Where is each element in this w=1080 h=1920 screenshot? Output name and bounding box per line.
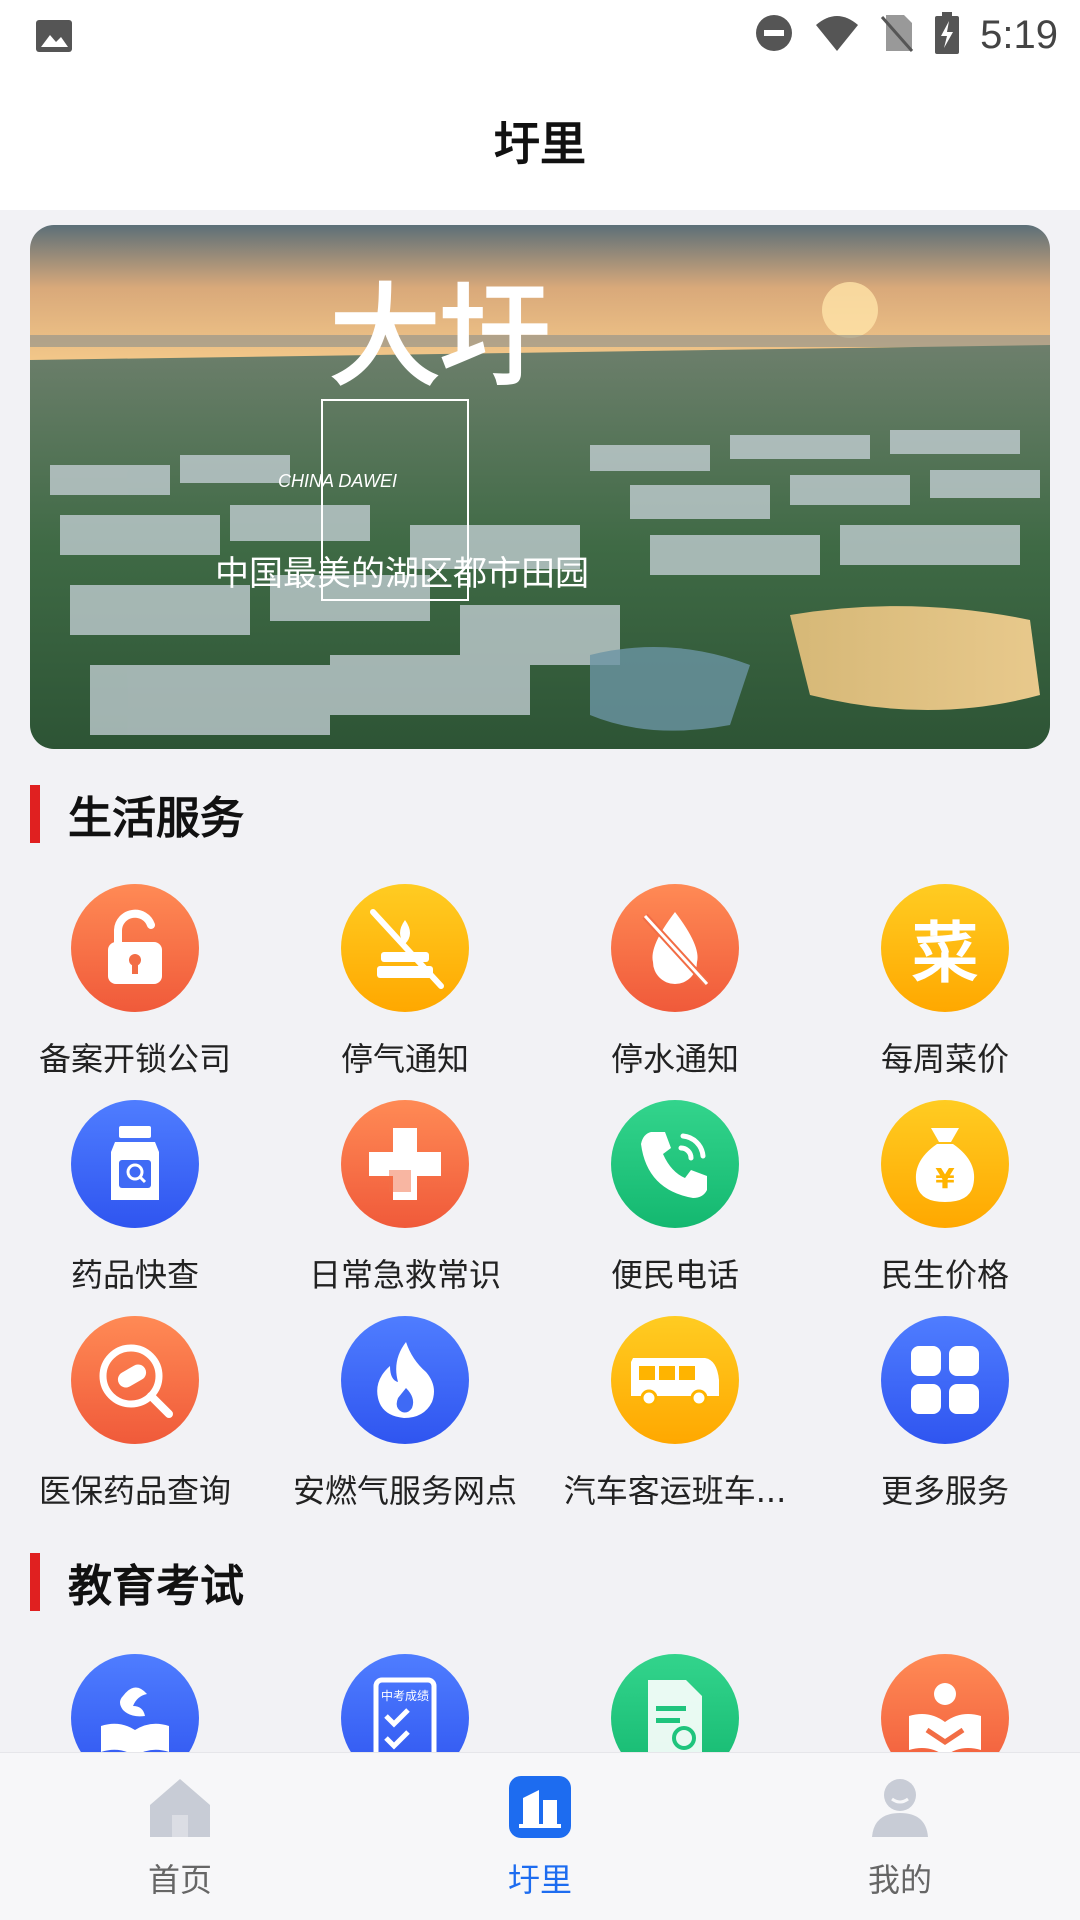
section-header-life-services: 生活服务 [30, 782, 244, 846]
service-label: 更多服务 [880, 1472, 1009, 1510]
flame-icon [341, 1316, 469, 1444]
service-item-insurance-medicine[interactable]: 医保药品查询 [0, 1316, 270, 1512]
page-title: 圩里 [494, 117, 586, 171]
service-label: 每周菜价 [880, 1040, 1009, 1078]
more-grid-icon [881, 1316, 1009, 1444]
service-item-hotline[interactable]: 便民电话 [540, 1100, 810, 1296]
service-label: 日常急救常识 [308, 1256, 501, 1294]
tab-label: 我的 [867, 1861, 932, 1899]
clock: 5:19 [980, 12, 1058, 57]
service-label: 汽车客运班车... [563, 1472, 787, 1510]
first-aid-icon [341, 1100, 469, 1228]
tab-home[interactable]: 首页 [80, 1775, 280, 1901]
section-accent-bar [30, 785, 40, 843]
section-accent-bar [30, 1553, 40, 1611]
service-label: 医保药品查询 [38, 1472, 231, 1510]
service-item-gas-service-outlets[interactable]: 安燃气服务网点 [270, 1316, 540, 1512]
service-item-gas-outage[interactable]: 停气通知 [270, 884, 540, 1080]
phone-icon [611, 1100, 739, 1228]
tab-me[interactable]: 我的 [800, 1775, 1000, 1901]
banner-slogan: 中国最美的湖区都市田园 [215, 554, 589, 594]
home-icon [148, 1775, 212, 1839]
water-off-icon [611, 884, 739, 1012]
money-bag-icon: ¥ [881, 1100, 1009, 1228]
service-item-livelihood-price[interactable]: ¥ 民生价格 [810, 1100, 1080, 1296]
status-bar: 5:19 [0, 0, 1080, 72]
service-label: 便民电话 [610, 1256, 739, 1294]
tab-label: 首页 [147, 1861, 212, 1899]
service-label: 停气通知 [340, 1040, 469, 1078]
service-label: 药品快查 [70, 1256, 199, 1294]
service-item-medicine-lookup[interactable]: 药品快查 [0, 1100, 270, 1296]
tab-label: 圩里 [507, 1861, 572, 1899]
service-item-first-aid[interactable]: 日常急救常识 [270, 1100, 540, 1296]
title-bar: 圩里 [0, 72, 1080, 210]
vegetable-price-icon: 菜 [881, 884, 1009, 1012]
vegetable-glyph: 菜 [912, 915, 978, 992]
gallery-notification-icon [34, 16, 74, 60]
exam-score-glyph: 中考成绩 [381, 1688, 429, 1703]
battery-charging-icon [934, 12, 960, 58]
service-label: 民生价格 [880, 1256, 1009, 1294]
service-item-more[interactable]: 更多服务 [810, 1316, 1080, 1512]
gas-off-icon [341, 884, 469, 1012]
bus-icon [611, 1316, 739, 1444]
section-header-education: 教育考试 [30, 1550, 244, 1614]
wifi-icon [814, 13, 860, 57]
service-label: 停水通知 [610, 1040, 739, 1078]
section-title: 生活服务 [68, 793, 244, 844]
service-label: 安燃气服务网点 [292, 1472, 517, 1510]
pill-search-icon [71, 1316, 199, 1444]
service-label: 备案开锁公司 [38, 1040, 231, 1078]
yen-glyph: ¥ [935, 1162, 955, 1195]
building-icon [508, 1775, 572, 1839]
tab-weili[interactable]: 圩里 [440, 1775, 640, 1901]
banner-headline: 大圩 [330, 272, 550, 401]
unlock-icon [71, 884, 199, 1012]
service-item-vegetable-price[interactable]: 菜 每周菜价 [810, 884, 1080, 1080]
section-title: 教育考试 [68, 1561, 244, 1612]
service-item-bus-schedule[interactable]: 汽车客运班车... [540, 1316, 810, 1512]
banner-image: 大圩 CHINA DAWEI 中国最美的湖区都市田园 [30, 225, 1050, 749]
no-sim-icon [880, 13, 914, 57]
bottom-tab-bar: 首页 圩里 我的 [0, 1752, 1080, 1920]
banner-subtitle: CHINA DAWEI [278, 471, 397, 491]
service-item-locksmith[interactable]: 备案开锁公司 [0, 884, 270, 1080]
banner-carousel[interactable]: 大圩 CHINA DAWEI 中国最美的湖区都市田园 [30, 225, 1050, 749]
do-not-disturb-icon [754, 13, 794, 57]
medicine-bottle-icon [71, 1100, 199, 1228]
user-icon [868, 1775, 932, 1839]
service-item-water-outage[interactable]: 停水通知 [540, 884, 810, 1080]
